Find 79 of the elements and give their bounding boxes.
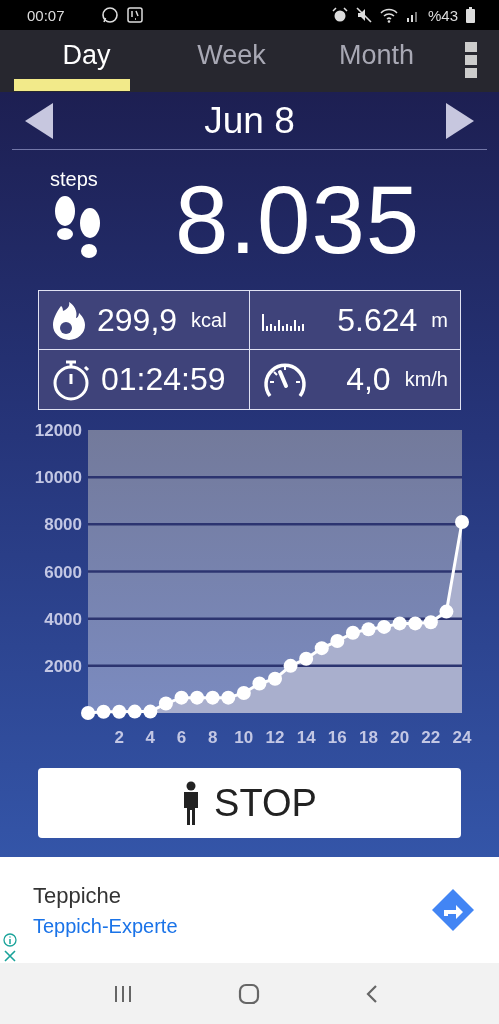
stat-value: 5.624: [337, 301, 418, 339]
mute-icon: [355, 7, 372, 23]
data-point: [392, 616, 407, 631]
ad-title: Teppiche: [33, 882, 123, 909]
step-count: 8.035: [175, 172, 421, 268]
data-point: [330, 634, 345, 649]
tab[interactable]: Month: [304, 30, 449, 92]
stat-value: 01:24:59: [101, 361, 226, 398]
flame-icon: [51, 300, 87, 340]
next-day-icon[interactable]: [446, 102, 474, 139]
x-tick-label: 18: [359, 728, 378, 747]
x-tick-label: 20: [390, 728, 410, 747]
stopwatch-icon: [51, 358, 91, 401]
y-tick-label: 8000: [44, 515, 82, 535]
home-icon: [237, 982, 260, 1005]
data-point: [423, 615, 438, 630]
steps-label: steps: [50, 168, 98, 191]
y-tick-label: 6000: [44, 562, 82, 582]
menu-icon[interactable]: [465, 42, 477, 78]
x-tick-label: 24: [452, 728, 472, 747]
alarm-icon: [331, 7, 348, 23]
data-point: [127, 704, 142, 719]
data-point: [112, 704, 127, 719]
stat-value: 4,0: [346, 361, 391, 398]
info-icon: [3, 933, 17, 947]
x-tick-label: 12: [265, 728, 285, 747]
chat-bubble-icon: [100, 6, 119, 24]
back-icon: [364, 983, 379, 1004]
data-point: [221, 690, 236, 705]
stat-unit: kcal: [191, 308, 227, 332]
clock-time: 00:07: [27, 6, 65, 24]
x-tick-label: 16: [327, 728, 347, 747]
ad-link[interactable]: Teppich-Experte: [33, 914, 431, 938]
battery-percent: %43: [427, 6, 458, 24]
directions-icon: [431, 888, 475, 932]
stat-unit: m: [431, 308, 448, 332]
y-tick-label: 12000: [34, 421, 82, 440]
stat-unit: km/h: [404, 368, 448, 391]
date-label: Jun 8: [203, 99, 296, 142]
stat-value: 299,9: [97, 301, 178, 339]
recent-apps-icon: [112, 984, 133, 1003]
tab[interactable]: Day: [14, 30, 159, 92]
data-point: [81, 706, 95, 720]
x-tick-label: 6: [176, 728, 187, 747]
y-tick-label: 10000: [34, 468, 82, 488]
data-point: [455, 515, 469, 529]
stop-button[interactable]: STOP: [38, 768, 461, 838]
app-notification-icon: [126, 7, 143, 23]
y-tick-label: 4000: [44, 609, 82, 629]
data-point: [439, 604, 454, 619]
data-point: [408, 616, 423, 631]
data-point: [377, 619, 392, 634]
data-point: [236, 685, 251, 700]
wifi-icon: [379, 7, 398, 23]
x-tick-label: 10: [234, 728, 254, 747]
data-point: [314, 641, 329, 656]
x-tick-label: 2: [114, 728, 124, 747]
data-point: [205, 690, 220, 705]
person-icon: [182, 781, 201, 825]
battery-icon: [466, 7, 475, 23]
data-point: [361, 622, 376, 637]
data-point: [283, 658, 298, 673]
x-tick-label: 8: [207, 728, 218, 747]
data-point: [268, 671, 282, 686]
data-point: [174, 690, 189, 705]
data-point: [96, 704, 111, 719]
data-point: [190, 690, 205, 705]
data-point: [252, 676, 267, 691]
x-tick-label: 4: [145, 728, 156, 747]
data-point: [158, 696, 173, 711]
data-point: [345, 625, 360, 640]
previous-day-icon[interactable]: [25, 102, 53, 139]
data-point: [143, 704, 158, 719]
x-tick-label: 14: [296, 728, 316, 747]
close-icon: [3, 949, 17, 963]
y-tick-label: 2000: [44, 656, 82, 676]
data-point: [299, 651, 314, 666]
tab[interactable]: Week: [159, 30, 304, 92]
x-tick-label: 22: [421, 728, 441, 747]
